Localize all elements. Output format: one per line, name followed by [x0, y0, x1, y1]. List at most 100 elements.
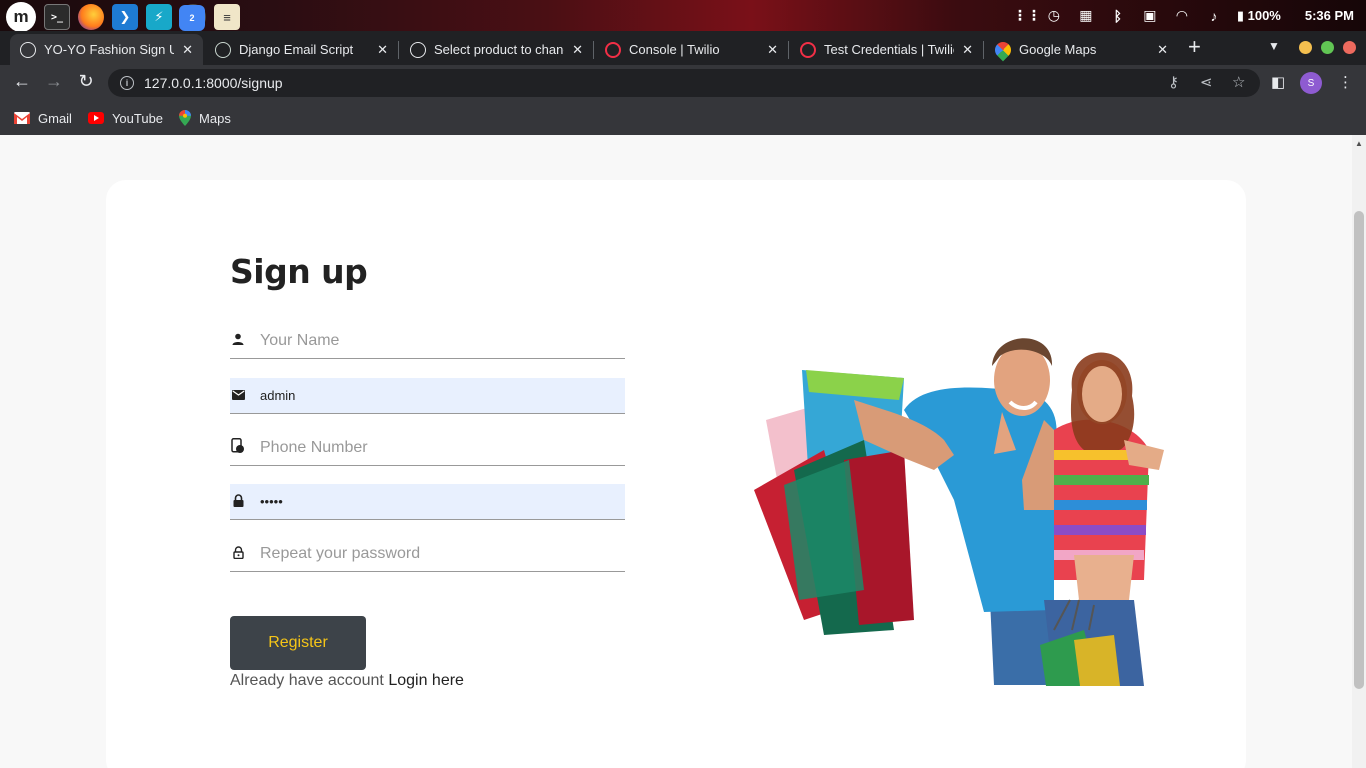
tab-twilio-credentials[interactable]: Test Credentials | Twilio ✕ [790, 34, 983, 65]
scroll-up-arrow-icon[interactable]: ▲ [1355, 139, 1363, 148]
page-viewport: Sign up Your Name admin Phone Number •••… [0, 135, 1352, 768]
browser-toolbar: ← → ↻ i 127.0.0.1:8000/signup ⚷ ⋖ ☆ ◧ S … [0, 65, 1366, 101]
close-tab-icon[interactable]: ✕ [572, 42, 583, 58]
gmail-icon [14, 112, 30, 124]
email-value: admin [260, 388, 296, 403]
lock-outline-icon [231, 545, 245, 562]
site-info-icon[interactable]: i [120, 76, 134, 90]
password-key-icon[interactable]: ⚷ [1168, 73, 1179, 91]
vscode-icon[interactable]: ❯ [112, 4, 138, 30]
browser-tab-strip: YO-YO Fashion Sign Up ✕ Django Email Scr… [0, 31, 1366, 65]
shoppers-illustration [754, 338, 1164, 686]
login-prompt-text: Already have account [230, 672, 384, 689]
tab-django-email[interactable]: Django Email Script ✕ [205, 34, 398, 65]
tab-yoyo-signup[interactable]: YO-YO Fashion Sign Up ✕ [10, 34, 203, 65]
side-panel-icon[interactable]: ◧ [1271, 73, 1285, 91]
phone-icon [231, 438, 245, 457]
scroll-thumb[interactable] [1354, 211, 1364, 689]
maps-icon [991, 38, 1015, 61]
close-window-button[interactable] [1343, 41, 1356, 54]
clapper-icon[interactable]: ▦ [1077, 7, 1095, 24]
phone-field[interactable]: Phone Number [230, 430, 625, 466]
bolt-icon[interactable]: ⚡ [146, 4, 172, 30]
wifi-icon[interactable]: ◠ [1173, 7, 1191, 24]
chatgpt-icon [215, 41, 231, 58]
password-field[interactable]: ••••• [230, 484, 625, 520]
tab-title: Google Maps [1019, 42, 1097, 57]
tab-separator [788, 41, 789, 59]
bookmark-maps[interactable]: Maps [179, 110, 231, 126]
battery-indicator[interactable]: ▮ 100% [1237, 8, 1281, 24]
shopping-bags-left [754, 370, 914, 635]
close-tab-icon[interactable]: ✕ [182, 42, 193, 58]
page-scrollbar[interactable]: ▲ [1352, 135, 1366, 768]
close-tab-icon[interactable]: ✕ [767, 42, 778, 58]
youtube-icon [87, 112, 104, 124]
firefox-icon[interactable] [78, 4, 104, 30]
bookmark-label: Gmail [38, 110, 72, 126]
maps-icon [179, 110, 192, 126]
bluetooth-icon[interactable]: ᛒ [1109, 8, 1127, 24]
phone-placeholder: Phone Number [260, 438, 368, 456]
tab-search-chevron-icon[interactable]: ▼ [1268, 39, 1280, 53]
bookmarks-bar: Gmail YouTube Maps [0, 101, 1366, 135]
maximize-button[interactable] [1321, 41, 1334, 54]
reload-icon[interactable]: ↻ [74, 71, 98, 92]
chrome-icon[interactable]: 2 [179, 4, 206, 31]
globe-icon [20, 41, 36, 58]
kebab-menu-icon[interactable]: ⋮ [1338, 73, 1353, 91]
tab-select-product[interactable]: Select product to change ✕ [400, 34, 593, 65]
close-tab-icon[interactable]: ✕ [377, 42, 388, 58]
tab-separator [593, 41, 594, 59]
clock-icon[interactable]: ◷ [1045, 7, 1063, 24]
clock-time[interactable]: 5:36 PM [1305, 8, 1354, 23]
os-top-panel: m >_ ❯ ⚡ 2 ≡ ⋮⋮ ◷ ▦ ᛒ ▣ ◠ ♪ ▮ 100% 5:36 … [0, 0, 1366, 32]
address-bar[interactable]: i 127.0.0.1:8000/signup [108, 69, 1260, 97]
bookmark-youtube[interactable]: YouTube [87, 110, 164, 126]
forward-arrow-icon[interactable]: → [42, 71, 66, 92]
tab-title: YO-YO Fashion Sign Up [44, 42, 175, 57]
new-tab-button[interactable]: + [1188, 36, 1201, 58]
tab-separator [398, 41, 399, 59]
clipboard-icon[interactable]: ▣ [1141, 7, 1159, 24]
system-tray: ⋮⋮ ◷ ▦ ᛒ ▣ ◠ ♪ ▮ 100% 5:36 PM [1013, 0, 1354, 31]
bookmark-gmail[interactable]: Gmail [14, 111, 72, 126]
globe-icon [410, 41, 426, 58]
back-arrow-icon[interactable]: ← [10, 71, 34, 92]
mint-menu-icon[interactable]: m [6, 2, 36, 32]
tab-title: Console | Twilio [629, 42, 720, 57]
music-note-icon[interactable]: ♪ [1205, 8, 1223, 24]
password-value: ••••• [260, 494, 283, 509]
page-title: Sign up [230, 252, 368, 291]
repeat-password-placeholder: Repeat your password [260, 544, 421, 562]
signup-card: Sign up Your Name admin Phone Number •••… [106, 180, 1246, 768]
tab-title: Select product to change [434, 42, 565, 57]
woman-figure [1044, 352, 1164, 686]
tab-twilio-console[interactable]: Console | Twilio ✕ [595, 34, 788, 65]
tab-title: Test Credentials | Twilio [824, 42, 955, 57]
tab-separator [983, 41, 984, 59]
name-field[interactable]: Your Name [230, 323, 625, 359]
notes-icon[interactable]: ≡ [214, 4, 240, 30]
person-icon [231, 333, 245, 348]
bookmark-star-icon[interactable]: ☆ [1232, 73, 1245, 91]
login-link[interactable]: Login here [388, 672, 464, 689]
profile-avatar[interactable]: S [1300, 72, 1322, 94]
close-tab-icon[interactable]: ✕ [1157, 42, 1168, 58]
login-prompt-line: Already have account Login here [230, 672, 464, 690]
repeat-password-field[interactable]: Repeat your password [230, 536, 625, 572]
register-button[interactable]: Register [230, 616, 366, 670]
tab-google-maps[interactable]: Google Maps ✕ [985, 34, 1178, 65]
close-tab-icon[interactable]: ✕ [962, 42, 973, 58]
chrome-window-count-badge: 2 [179, 5, 205, 31]
minimize-button[interactable] [1299, 41, 1312, 54]
terminal-icon[interactable]: >_ [44, 4, 70, 30]
app-grid-icon[interactable]: ⋮⋮ [1013, 7, 1041, 24]
email-field[interactable]: admin [230, 378, 625, 414]
share-icon[interactable]: ⋖ [1200, 73, 1213, 91]
url-text[interactable]: 127.0.0.1:8000/signup [144, 75, 283, 91]
twilio-icon [800, 41, 816, 58]
os-taskbar-apps: m >_ ❯ ⚡ 2 ≡ [6, 2, 240, 32]
bookmark-label: YouTube [111, 110, 164, 126]
battery-icon: ▮ [1236, 7, 1244, 23]
